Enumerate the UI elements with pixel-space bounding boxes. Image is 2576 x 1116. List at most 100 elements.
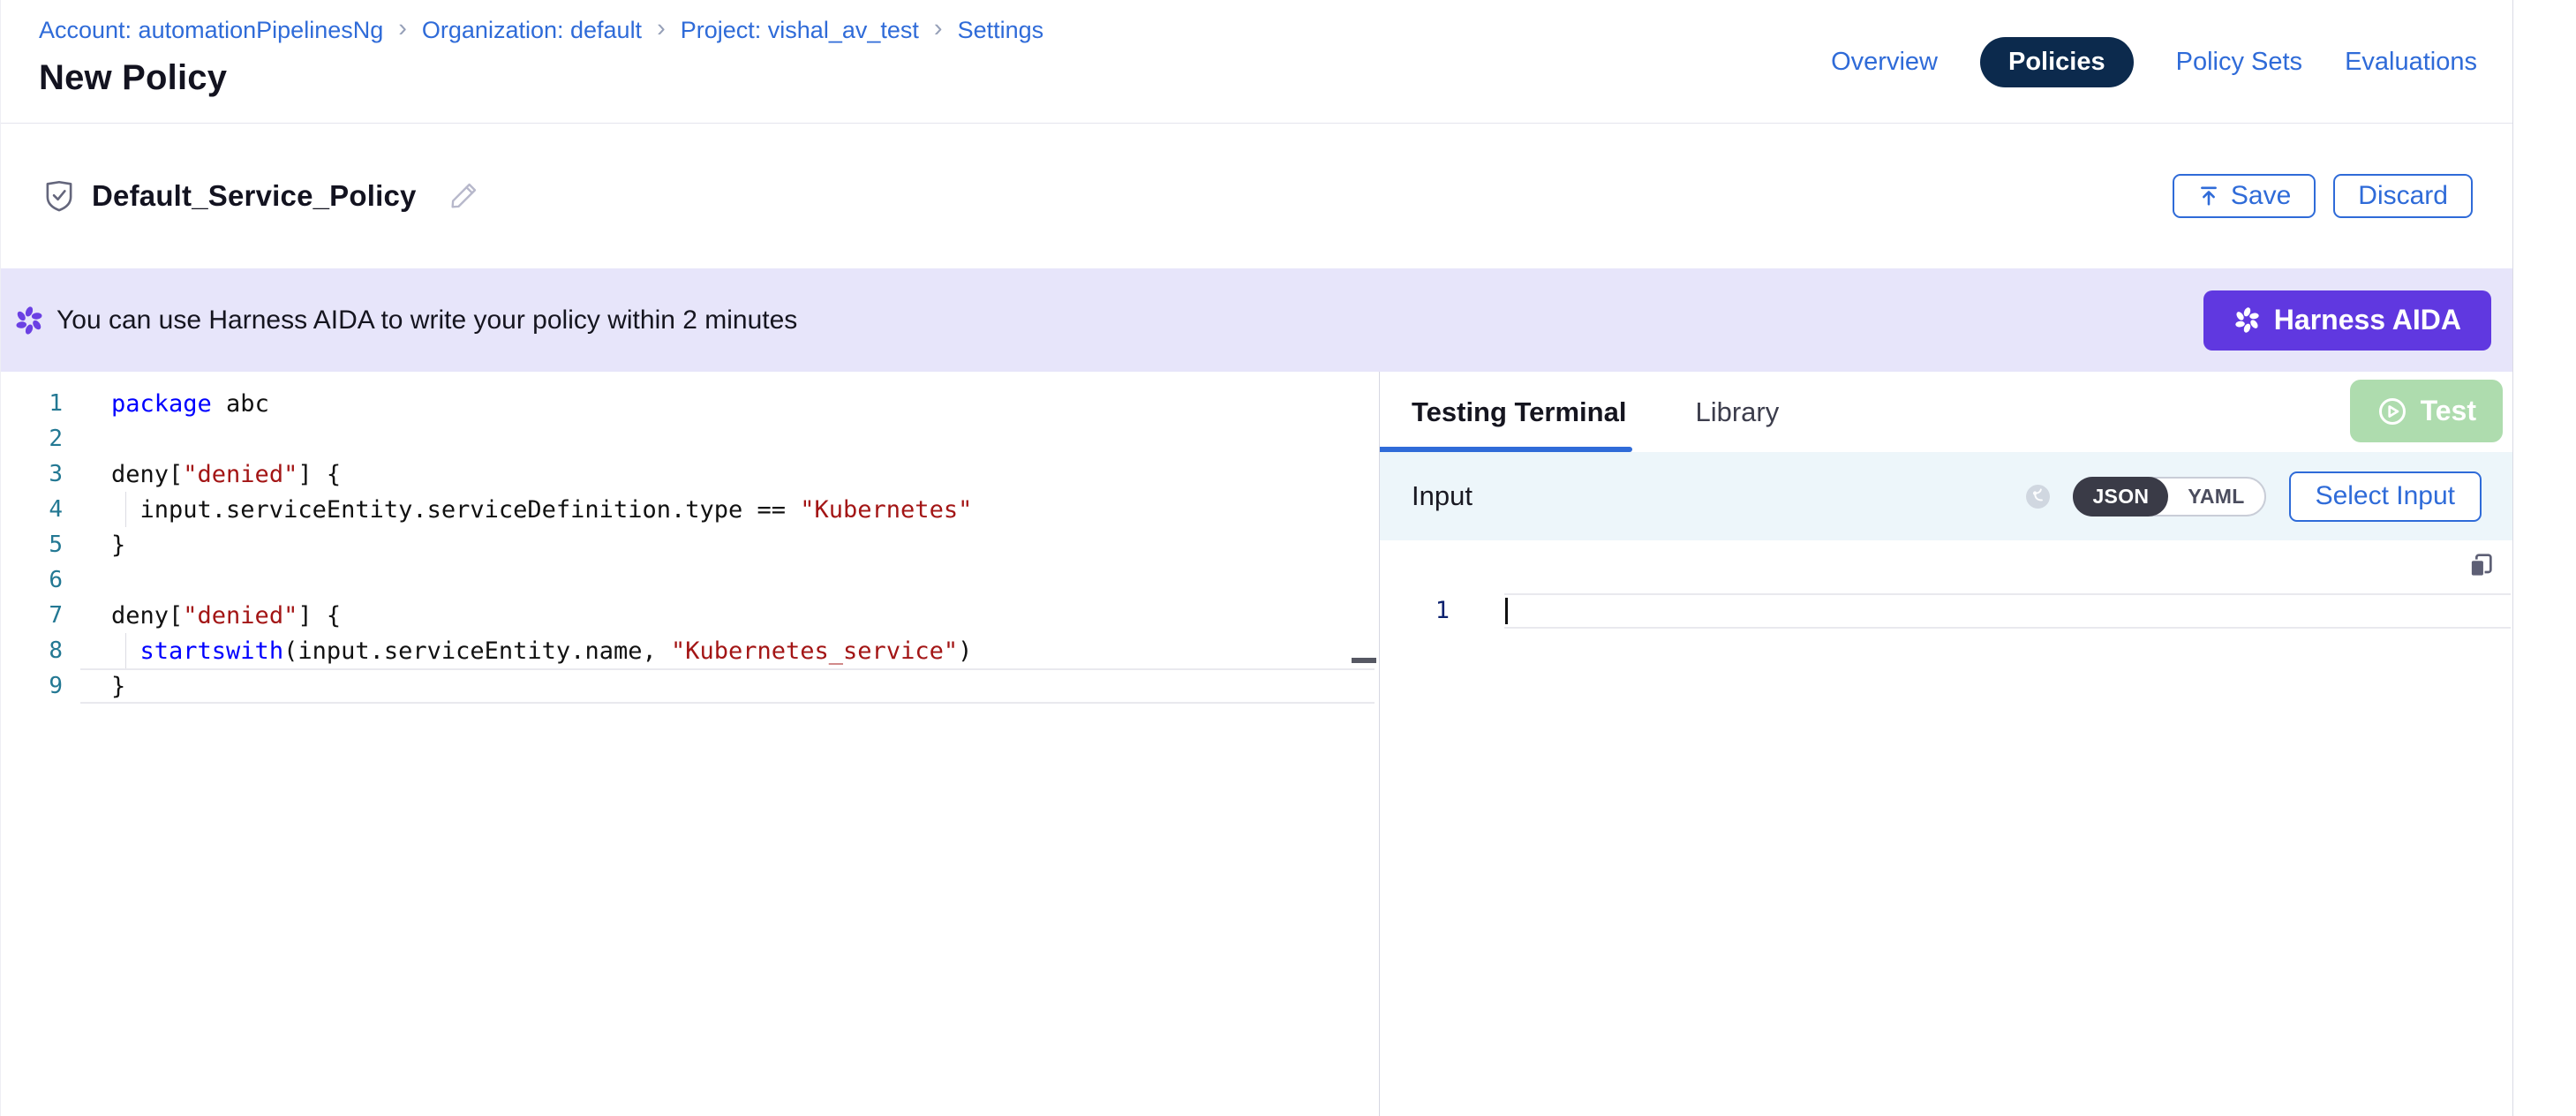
code-line-8[interactable]: 8 startswith(input.serviceEntity.name, "…: [1, 633, 1379, 668]
code-line-1[interactable]: 1package abc: [1, 386, 1379, 421]
line-number: 4: [1, 496, 63, 523]
line-number: 7: [1, 602, 63, 629]
line-number: 1: [1, 390, 63, 417]
tab-policy-sets[interactable]: Policy Sets: [2176, 48, 2302, 77]
code-text: startswith(input.serviceEntity.name, "Ku…: [63, 637, 972, 665]
code-token: "Kubernetes_service": [671, 637, 958, 665]
code-text: deny["denied"] {: [63, 461, 341, 488]
code-text: }: [63, 673, 125, 700]
code-token: }: [111, 673, 125, 700]
code-text: }: [63, 532, 125, 559]
tab-testing-terminal[interactable]: Testing Terminal: [1412, 396, 1626, 428]
code-editor-lines: 1package abc23deny["denied"] {4 input.se…: [1, 386, 1379, 704]
format-option-yaml[interactable]: YAML: [2168, 479, 2263, 515]
branch-circle-icon[interactable]: [2026, 485, 2050, 509]
code-token: package: [111, 390, 212, 418]
code-line-9[interactable]: 9}: [1, 668, 1379, 704]
terminal-tab-bar: Testing Terminal Library Test: [1380, 372, 2512, 452]
discard-button[interactable]: Discard: [2333, 174, 2473, 218]
line-number: 5: [1, 532, 63, 558]
code-token: "denied": [183, 461, 298, 488]
breadcrumb-link-1[interactable]: Account: automationPipelinesNg: [39, 17, 383, 44]
indent-guide: [125, 492, 126, 527]
edit-pencil-icon[interactable]: [447, 179, 480, 213]
breadcrumb-separator: ›: [934, 16, 943, 41]
code-token: input.serviceEntity.serviceDefinition.ty…: [111, 496, 800, 524]
harness-aida-button-label: Harness AIDA: [2274, 304, 2461, 336]
page-title: New Policy: [39, 58, 227, 98]
line-number: 1: [1380, 593, 1450, 629]
select-input-button[interactable]: Select Input: [2289, 471, 2482, 522]
code-text: package abc: [63, 390, 269, 418]
workspace: 1package abc23deny["denied"] {4 input.se…: [1, 372, 2512, 1116]
harness-aida-button[interactable]: Harness AIDA: [2203, 290, 2491, 351]
breadcrumb-link-4[interactable]: Settings: [958, 17, 1044, 44]
breadcrumb-link-3[interactable]: Project: vishal_av_test: [681, 17, 919, 44]
code-token: }: [111, 532, 125, 559]
policy-header-row: Default_Service_Policy Save Discard: [1, 124, 2512, 268]
code-line-5[interactable]: 5}: [1, 527, 1379, 562]
breadcrumb-link-2[interactable]: Organization: default: [422, 17, 642, 44]
policy-name: Default_Service_Policy: [92, 179, 417, 213]
code-token: ] {: [298, 602, 341, 630]
input-section-title: Input: [1412, 480, 1473, 512]
terminal-tabs: Testing Terminal Library: [1412, 372, 1779, 452]
code-token: ): [958, 637, 972, 665]
current-line-highlight: [80, 668, 1375, 704]
save-button[interactable]: Save: [2173, 174, 2316, 218]
code-line-4[interactable]: 4 input.serviceEntity.serviceDefinition.…: [1, 492, 1379, 527]
breadcrumb-separator: ›: [398, 16, 407, 41]
code-token: startswith: [140, 637, 284, 665]
code-text: deny["denied"] {: [63, 602, 341, 630]
copy-icon[interactable]: [2467, 551, 2495, 579]
aida-banner: You can use Harness AIDA to write your p…: [1, 268, 2512, 372]
code-token: abc: [212, 390, 269, 418]
code-line-7[interactable]: 7deny["denied"] {: [1, 598, 1379, 633]
overview-ruler-cursor: [1352, 658, 1376, 663]
code-text: input.serviceEntity.serviceDefinition.ty…: [63, 496, 972, 524]
line-number: 2: [1, 426, 63, 452]
code-token: "denied": [183, 602, 298, 630]
save-button-label: Save: [2231, 181, 2291, 211]
format-option-json[interactable]: JSON: [2073, 477, 2168, 517]
input-editor[interactable]: 1: [1380, 540, 2512, 1116]
format-toggle: JSONYAML: [2073, 477, 2265, 517]
top-bar: Account: automationPipelinesNg › Organizat…: [1, 0, 2512, 124]
code-line-2[interactable]: 2: [1, 421, 1379, 456]
aida-flower-icon: [2233, 306, 2261, 334]
indent-guide: [125, 633, 126, 668]
text-cursor: [1505, 598, 1508, 624]
page-content: Account: automationPipelinesNg › Organizat…: [0, 0, 2513, 1116]
input-bar: Input JSONYAML Select Input: [1380, 452, 2512, 540]
testing-panel: Testing Terminal Library Test Input: [1380, 372, 2512, 1116]
code-line-6[interactable]: 6: [1, 562, 1379, 598]
input-line-1[interactable]: 1: [1380, 593, 2512, 629]
code-line-3[interactable]: 3deny["denied"] {: [1, 456, 1379, 492]
line-number: 9: [1, 673, 63, 699]
code-token: deny[: [111, 461, 183, 488]
breadcrumb-separator: ›: [657, 16, 666, 41]
line-number: 6: [1, 567, 63, 593]
line-number: 3: [1, 461, 63, 487]
tab-evaluations[interactable]: Evaluations: [2345, 48, 2477, 77]
policy-code-editor[interactable]: 1package abc23deny["denied"] {4 input.se…: [1, 372, 1379, 1116]
aida-banner-message: You can use Harness AIDA to write your p…: [56, 305, 797, 336]
top-nav: Overview Policies Policy Sets Evaluations: [1831, 0, 2477, 124]
input-bar-controls: JSONYAML Select Input: [2026, 452, 2482, 540]
discard-button-label: Discard: [2358, 181, 2448, 211]
code-token: ] {: [298, 461, 341, 488]
code-token: deny[: [111, 602, 183, 630]
code-token: (input.serviceEntity.name,: [283, 637, 671, 665]
test-button-label: Test: [2421, 395, 2476, 427]
tab-library[interactable]: Library: [1695, 396, 1779, 428]
test-button[interactable]: Test: [2350, 380, 2503, 442]
upload-icon: [2197, 185, 2220, 207]
breadcrumb: Account: automationPipelinesNg › Organizat…: [39, 17, 1043, 44]
play-circle-icon: [2376, 396, 2408, 427]
tab-overview[interactable]: Overview: [1831, 48, 1938, 77]
policy-title-group: Default_Service_Policy: [41, 124, 480, 268]
code-token: "Kubernetes": [800, 496, 972, 524]
tab-policies[interactable]: Policies: [1980, 37, 2134, 87]
current-line-highlight: [1504, 593, 2511, 629]
action-buttons: Save Discard: [2173, 124, 2473, 268]
